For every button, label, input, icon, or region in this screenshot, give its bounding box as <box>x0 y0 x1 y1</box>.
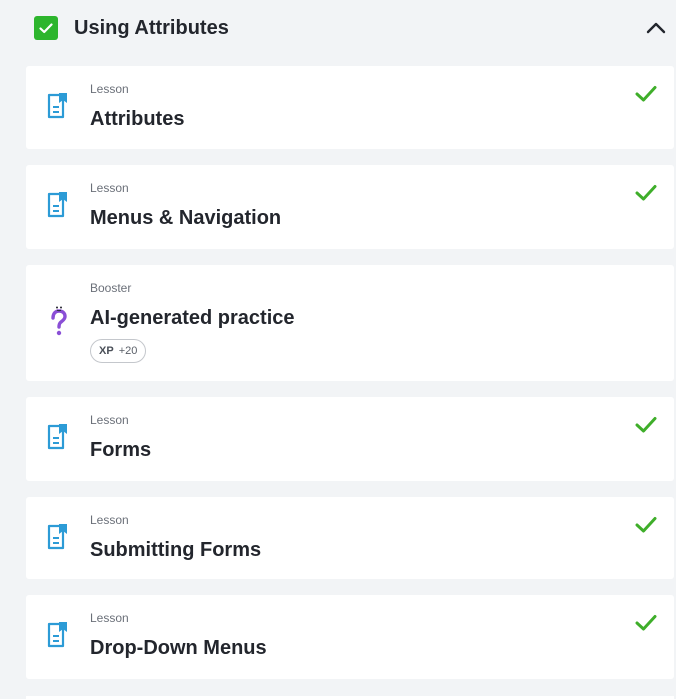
lesson-title: Drop-Down Menus <box>90 637 267 659</box>
lesson-type-label: Lesson <box>90 611 129 625</box>
xp-badge: XP +20 <box>90 339 147 363</box>
lesson-title: Submitting Forms <box>90 539 262 561</box>
completed-check-icon <box>635 517 657 533</box>
completed-check-icon <box>635 615 657 631</box>
lesson-type-label: Lesson <box>90 513 129 527</box>
xp-value: +20 <box>118 345 138 357</box>
booster-type-label: Booster <box>90 281 132 295</box>
lesson-card-forms[interactable]: Lesson Forms <box>26 397 674 481</box>
lesson-type-label: Lesson <box>90 181 129 195</box>
lesson-title: Forms <box>90 439 152 461</box>
section-title: Using Attributes <box>74 17 229 39</box>
document-icon <box>47 622 67 648</box>
chevron-up-icon[interactable] <box>645 18 667 38</box>
completed-check-icon <box>635 185 657 201</box>
xp-label: XP <box>99 345 114 357</box>
lesson-card-submitting-forms[interactable]: Lesson Submitting Forms <box>26 497 674 579</box>
booster-title: AI-generated practice <box>90 307 295 329</box>
lesson-type-label: Lesson <box>90 413 129 427</box>
question-mark-icon <box>51 306 67 336</box>
lesson-title: Menus & Navigation <box>90 207 282 229</box>
lesson-title: Attributes <box>90 108 185 130</box>
document-icon <box>47 424 67 450</box>
check-icon <box>39 22 53 33</box>
completed-check-icon <box>635 86 657 102</box>
lesson-type-label: Lesson <box>90 82 129 96</box>
lesson-card-drop-down-menus[interactable]: Lesson Drop-Down Menus <box>26 595 674 679</box>
document-icon <box>47 93 67 119</box>
document-icon <box>47 192 67 218</box>
booster-card-ai-practice[interactable]: Booster AI-generated practice XP +20 <box>26 265 674 381</box>
lesson-list: Lesson Attributes Lesson Menus & Navigat… <box>26 66 674 695</box>
lesson-card-attributes[interactable]: Lesson Attributes <box>26 66 674 149</box>
section-header[interactable]: Using Attributes <box>0 0 676 56</box>
section-complete-checkbox <box>34 16 58 40</box>
completed-check-icon <box>635 417 657 433</box>
document-icon <box>47 524 67 550</box>
lesson-card-menus-navigation[interactable]: Lesson Menus & Navigation <box>26 165 674 249</box>
